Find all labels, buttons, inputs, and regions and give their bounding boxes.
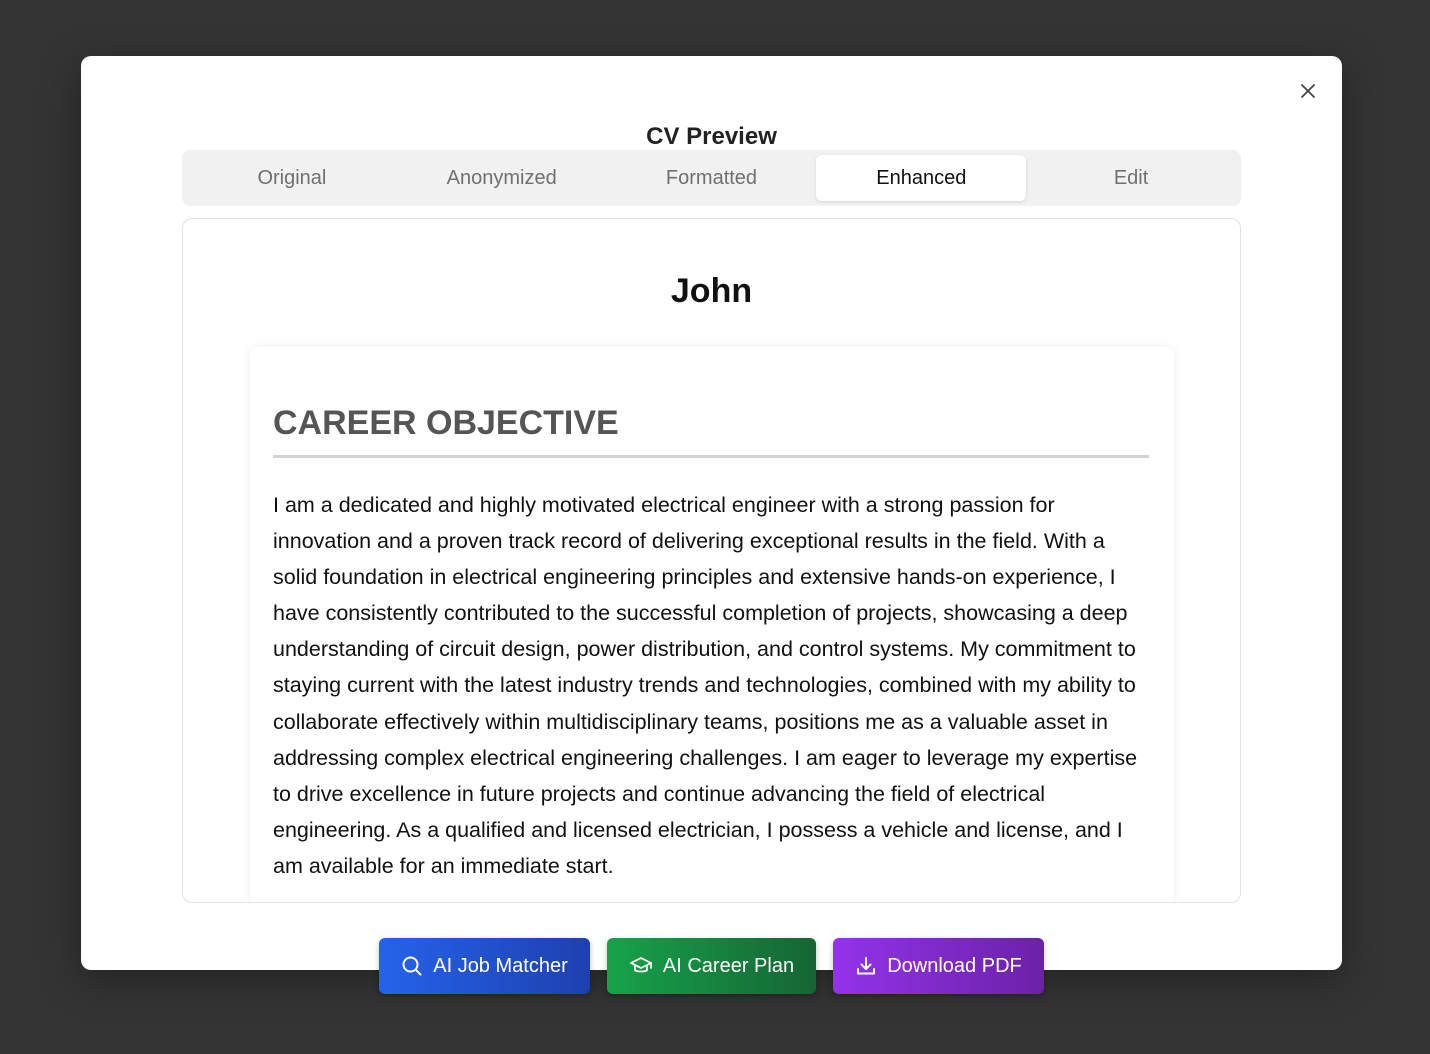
download-pdf-button[interactable]: Download PDF xyxy=(833,938,1044,994)
modal-title: CV Preview xyxy=(646,123,777,150)
cv-preview-modal: CV Preview Original Anonymized Formatted… xyxy=(81,56,1342,970)
graduation-cap-icon xyxy=(629,955,653,977)
tab-original[interactable]: Original xyxy=(187,155,397,201)
cv-section-card: CAREER OBJECTIVE I am a dedicated and hi… xyxy=(250,347,1174,902)
download-icon xyxy=(855,955,877,977)
tab-bar: Original Anonymized Formatted Enhanced E… xyxy=(182,150,1241,206)
close-icon xyxy=(1301,84,1315,98)
tab-formatted[interactable]: Formatted xyxy=(607,155,817,201)
ai-career-plan-label: AI Career Plan xyxy=(662,954,795,977)
cv-preview-panel[interactable]: John CAREER OBJECTIVE I am a dedicated a… xyxy=(182,218,1241,903)
section-heading: CAREER OBJECTIVE xyxy=(273,403,1149,458)
ai-job-matcher-button[interactable]: AI Job Matcher xyxy=(379,938,590,994)
tab-edit[interactable]: Edit xyxy=(1026,155,1236,201)
search-icon xyxy=(401,955,423,977)
download-pdf-label: Download PDF xyxy=(887,954,1022,977)
ai-job-matcher-label: AI Job Matcher xyxy=(433,954,568,977)
section-text: I am a dedicated and highly motivated el… xyxy=(273,493,1138,878)
close-button[interactable] xyxy=(1295,78,1321,104)
action-bar: AI Job Matcher AI Career Plan Download P… xyxy=(0,938,1430,994)
ai-career-plan-button[interactable]: AI Career Plan xyxy=(607,938,816,994)
cv-name: John xyxy=(670,272,753,310)
tab-enhanced[interactable]: Enhanced xyxy=(816,155,1027,201)
tab-anonymized[interactable]: Anonymized xyxy=(397,155,607,201)
